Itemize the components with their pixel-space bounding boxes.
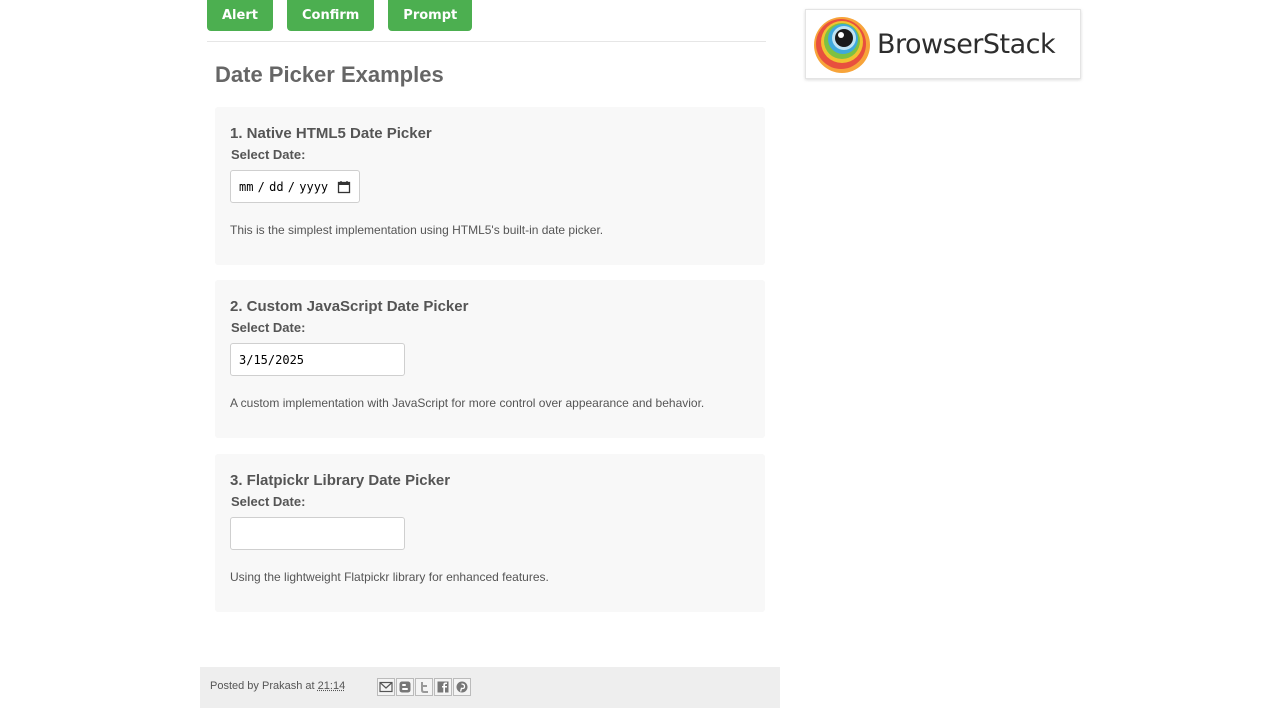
confirm-button[interactable]: Confirm (286, 0, 375, 31)
section-description: Using the lightweight Flatpickr library … (230, 570, 549, 584)
facebook-icon[interactable] (434, 678, 452, 696)
custom-date-input[interactable]: 3/15/2025 (230, 343, 405, 376)
browserstack-logo-icon (813, 15, 871, 73)
email-icon[interactable] (377, 678, 395, 696)
blogger-icon[interactable] (396, 678, 414, 696)
page-title: Date Picker Examples (215, 62, 444, 87)
at-text: at (305, 680, 315, 692)
section-description: This is the simplest implementation usin… (230, 223, 604, 237)
alert-button[interactable]: Alert (207, 0, 273, 31)
calendar-icon[interactable] (337, 180, 351, 194)
date-placeholder: mm / dd / yyyy (239, 179, 329, 194)
section-description: A custom implementation with JavaScript … (230, 396, 705, 410)
select-date-label: Select Date: (231, 147, 306, 162)
section-heading: 2. Custom JavaScript Date Picker (230, 298, 469, 315)
twitter-icon[interactable] (415, 678, 433, 696)
prompt-button[interactable]: Prompt (388, 0, 473, 31)
main-column: Alert Confirm Prompt Date Picker Example… (200, 0, 780, 720)
pinterest-icon[interactable] (453, 678, 471, 696)
author-link[interactable]: Prakash (262, 680, 302, 692)
share-buttons (377, 678, 472, 696)
browserstack-ad[interactable]: BrowserStack (805, 9, 1081, 79)
custom-js-date-picker-section: 2. Custom JavaScript Date Picker Select … (215, 280, 765, 438)
browserstack-brand-text: BrowserStack (877, 28, 1056, 60)
posted-by-text: Posted by (210, 680, 259, 692)
native-date-input[interactable]: mm / dd / yyyy (230, 170, 360, 203)
native-date-picker-section: 1. Native HTML5 Date Picker Select Date:… (215, 107, 765, 265)
flatpickr-date-picker-section: 3. Flatpickr Library Date Picker Select … (215, 454, 765, 612)
post-time-link[interactable]: 21:14 (318, 680, 346, 692)
section-heading: 3. Flatpickr Library Date Picker (230, 472, 451, 489)
dialog-button-row: Alert Confirm Prompt (207, 0, 473, 31)
post-footer: Posted by Prakash at 21:14 (200, 667, 780, 708)
select-date-label: Select Date: (231, 320, 306, 335)
section-heading: 1. Native HTML5 Date Picker (230, 125, 432, 142)
post-meta: Posted by Prakash at 21:14 (210, 680, 345, 692)
flatpickr-date-input[interactable] (230, 517, 405, 550)
select-date-label: Select Date: (231, 494, 306, 509)
divider (207, 41, 766, 42)
